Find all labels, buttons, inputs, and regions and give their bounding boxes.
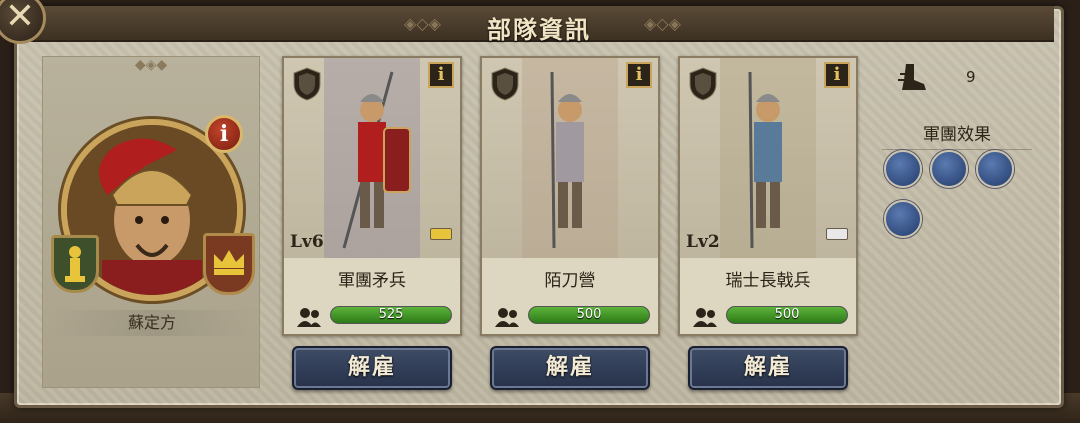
dismiss-button[interactable]: 解雇 bbox=[688, 346, 848, 390]
troops-icon bbox=[495, 308, 519, 327]
close-icon: ✕ bbox=[4, 0, 36, 37]
ornament-right: ◈◇◈ bbox=[644, 14, 681, 33]
shield-icon bbox=[689, 67, 717, 101]
troop-count-bar: 500 bbox=[726, 306, 848, 324]
troops-icon bbox=[297, 308, 321, 327]
boot-icon bbox=[898, 64, 926, 90]
troops-icon bbox=[693, 308, 717, 327]
unit-info-button[interactable]: i bbox=[626, 62, 652, 88]
unit-info-button[interactable]: i bbox=[428, 62, 454, 88]
shield-icon bbox=[293, 67, 321, 101]
unit-card[interactable]: i 陌刀營 500 bbox=[480, 56, 660, 336]
unit-level: Lv6 bbox=[290, 232, 324, 252]
shield-icon bbox=[491, 67, 519, 101]
unit-name: 軍團矛兵 bbox=[338, 271, 406, 291]
commander-name: 蘇定方 bbox=[51, 310, 253, 336]
legion-effects-title: 軍團效果 bbox=[882, 120, 1032, 150]
unit-portrait: i Lv2 bbox=[680, 58, 856, 258]
cavalry-charge-icon[interactable] bbox=[884, 150, 922, 188]
ornament-icon: ◆◈◆ bbox=[134, 57, 168, 73]
troop-count-bar: 500 bbox=[528, 306, 650, 324]
title-bar: ◈◇◈ 部隊資訊 ◈◇◈ bbox=[24, 6, 1054, 44]
dismiss-button[interactable]: 解雇 bbox=[490, 346, 650, 390]
dismiss-button[interactable]: 解雇 bbox=[292, 346, 452, 390]
commander-info-button[interactable]: i bbox=[205, 115, 243, 153]
class-badge-icon[interactable] bbox=[51, 235, 99, 293]
march-speed-value: 9 bbox=[966, 68, 976, 86]
unit-card[interactable]: i Lv2 瑞士長戟兵 500 bbox=[678, 56, 858, 336]
unit-name: 瑞士長戟兵 bbox=[725, 271, 811, 291]
spear-stance-icon[interactable] bbox=[930, 150, 968, 188]
side-stats-panel: 9 軍團效果 bbox=[882, 56, 1032, 256]
commander-panel: ◆◈◆ i 蘇定方 bbox=[42, 56, 260, 388]
troop-count-bar: 525 bbox=[330, 306, 452, 324]
troop-count: 500 bbox=[576, 307, 602, 322]
unit-info-button[interactable]: i bbox=[824, 62, 850, 88]
unit-card[interactable]: i Lv6 軍團矛兵 525 bbox=[282, 56, 462, 336]
rank-badge bbox=[430, 228, 452, 240]
unit-portrait: i Lv6 bbox=[284, 58, 460, 258]
troop-count: 500 bbox=[774, 307, 800, 322]
shield-wall-icon[interactable] bbox=[976, 150, 1014, 188]
unit-name: 陌刀營 bbox=[544, 271, 596, 291]
defense-boost-icon[interactable] bbox=[884, 200, 922, 238]
unit-level: Lv2 bbox=[686, 232, 720, 252]
troop-count: 525 bbox=[378, 307, 404, 322]
page-title: 部隊資訊 bbox=[487, 15, 591, 44]
rank-badge bbox=[826, 228, 848, 240]
crown-badge-icon[interactable] bbox=[203, 233, 255, 295]
unit-portrait: i bbox=[482, 58, 658, 258]
